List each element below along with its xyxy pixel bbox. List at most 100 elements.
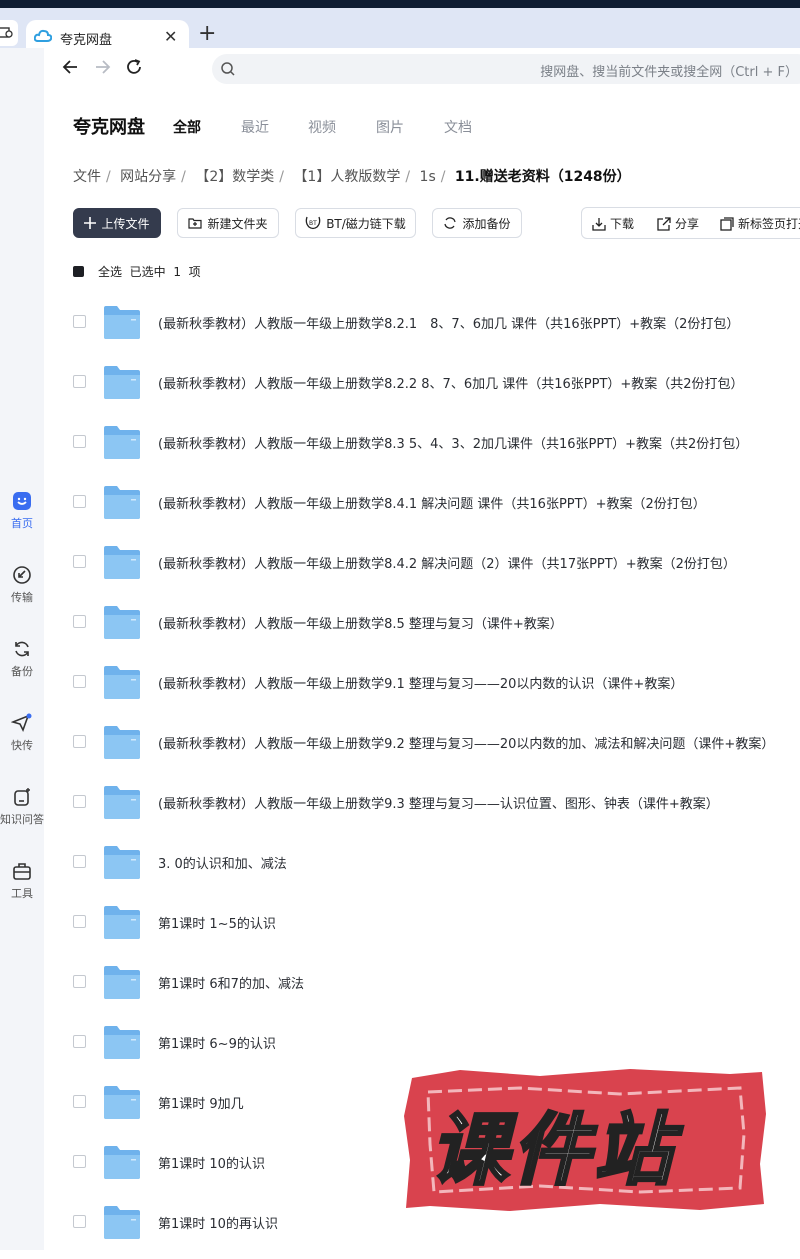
file-row[interactable]: (最新秋季教材）人教版一年级上册数学9.3 整理与复习——认识位置、图形、钟表（…: [0, 779, 800, 839]
search-input[interactable]: 搜网盘、搜当前文件夹或搜全网（Ctrl + F）: [212, 54, 800, 84]
file-name[interactable]: 第1课时 10的再认识: [158, 1213, 278, 1232]
row-checkbox[interactable]: [73, 975, 86, 988]
file-name[interactable]: 第1课时 10的认识: [158, 1153, 265, 1172]
search-icon: [220, 61, 236, 81]
row-checkbox[interactable]: [73, 1215, 86, 1228]
new-tab-button[interactable]: +: [198, 22, 216, 46]
file-name[interactable]: (最新秋季教材）人教版一年级上册数学9.3 整理与复习——认识位置、图形、钟表（…: [158, 793, 719, 812]
file-row[interactable]: (最新秋季教材）人教版一年级上册数学8.4.2 解决问题（2）课件（共17张PP…: [0, 539, 800, 599]
row-checkbox[interactable]: [73, 735, 86, 748]
breadcrumb-item[interactable]: 文件: [73, 169, 101, 185]
breadcrumb: 文件 / 网站分享 / 【2】数学类 / 【1】人教版数学/ 1s/ 11.赠送老资料…: [73, 169, 631, 185]
open-new-tab-button[interactable]: 新标签页打开: [720, 215, 800, 232]
file-name[interactable]: 第1课时 6~9的认识: [158, 1033, 276, 1052]
file-name[interactable]: (最新秋季教材）人教版一年级上册数学8.4.1 解决问题 课件（共16张PPT）…: [158, 493, 706, 512]
select-all-checkbox[interactable]: [73, 266, 84, 277]
watermark-stamp: 课件站: [400, 1064, 770, 1214]
folder-icon: [103, 304, 141, 344]
file-name[interactable]: 第1课时 9加几: [158, 1093, 244, 1112]
download-button[interactable]: 下载: [592, 215, 634, 232]
row-checkbox[interactable]: [73, 675, 86, 688]
file-name[interactable]: (最新秋季教材）人教版一年级上册数学9.1 整理与复习——20以内数的认识（课件…: [158, 673, 683, 692]
row-checkbox[interactable]: [73, 315, 86, 328]
file-name[interactable]: (最新秋季教材）人教版一年级上册数学8.2.1 8、7、6加几 课件（共16张P…: [158, 313, 739, 332]
tab-close-icon[interactable]: ✕: [164, 27, 177, 47]
back-arrow-icon[interactable]: [62, 58, 80, 80]
new-folder-label: 新建文件夹: [207, 216, 268, 231]
selected-count: 1: [173, 265, 181, 279]
tab-title: 夸克网盘: [60, 33, 113, 48]
row-checkbox[interactable]: [73, 495, 86, 508]
browser-nav-bar: 搜网盘、搜当前文件夹或搜全网（Ctrl + F）: [0, 48, 800, 92]
row-checkbox[interactable]: [73, 375, 86, 388]
folder-icon: [103, 964, 141, 1004]
reload-icon[interactable]: [125, 58, 143, 80]
selected-prefix: 已选中: [129, 265, 166, 279]
breadcrumb-item[interactable]: 【1】人教版数学: [293, 169, 400, 185]
tab-all[interactable]: 全部: [173, 117, 201, 137]
bt-download-button[interactable]: BT BT/磁力链下载: [295, 208, 416, 238]
file-row[interactable]: (最新秋季教材）人教版一年级上册数学9.2 整理与复习——20以内数的加、减法和…: [0, 719, 800, 779]
browser-tab-bar: 夸克网盘 ✕ +: [0, 8, 800, 56]
watermark-text: 课件站: [428, 1105, 677, 1198]
upload-label: 上传文件: [101, 216, 150, 231]
file-row[interactable]: (最新秋季教材）人教版一年级上册数学8.2.1 8、7、6加几 课件（共16张P…: [0, 299, 800, 359]
file-row[interactable]: (最新秋季教材）人教版一年级上册数学8.5 整理与复习（课件+教案）: [0, 599, 800, 659]
row-checkbox[interactable]: [73, 435, 86, 448]
row-checkbox[interactable]: [73, 795, 86, 808]
row-checkbox[interactable]: [73, 1035, 86, 1048]
forward-arrow-icon[interactable]: [93, 58, 111, 80]
window-top-strip: [0, 0, 800, 8]
row-checkbox[interactable]: [73, 855, 86, 868]
share-button[interactable]: 分享: [657, 215, 699, 232]
row-checkbox[interactable]: [73, 615, 86, 628]
file-name[interactable]: 第1课时 6和7的加、减法: [158, 973, 304, 992]
share-icon: [657, 216, 671, 231]
folder-icon: [103, 364, 141, 404]
file-name[interactable]: (最新秋季教材）人教版一年级上册数学8.4.2 解决问题（2）课件（共17张PP…: [158, 553, 736, 572]
file-name[interactable]: 第1课时 1~5的认识: [158, 913, 276, 932]
tab-video[interactable]: 视频: [308, 117, 336, 137]
file-name[interactable]: 3. 0的认识和加、减法: [158, 853, 287, 872]
folder-icon: [103, 604, 141, 644]
download-icon: [592, 217, 606, 231]
file-name[interactable]: (最新秋季教材）人教版一年级上册数学8.2.2 8、7、6加几 课件（共16张P…: [158, 373, 744, 392]
backup-sync-icon: [444, 217, 457, 229]
file-row[interactable]: 第1课时 6和7的加、减法: [0, 959, 800, 1019]
folder-icon: [103, 784, 141, 824]
breadcrumb-item[interactable]: 网站分享: [120, 169, 176, 185]
file-row[interactable]: 3. 0的认识和加、减法: [0, 839, 800, 899]
new-folder-button[interactable]: 新建文件夹: [177, 208, 279, 238]
add-backup-button[interactable]: 添加备份: [432, 208, 522, 238]
file-row[interactable]: (最新秋季教材）人教版一年级上册数学8.4.1 解决问题 课件（共16张PPT）…: [0, 479, 800, 539]
file-row[interactable]: (最新秋季教材）人教版一年级上册数学8.3 5、4、3、2加几课件（共16张PP…: [0, 419, 800, 479]
tab-documents[interactable]: 文档: [444, 117, 472, 137]
file-name[interactable]: (最新秋季教材）人教版一年级上册数学8.3 5、4、3、2加几课件（共16张PP…: [158, 433, 748, 452]
add-backup-label: 添加备份: [462, 216, 511, 231]
file-row[interactable]: (最新秋季教材）人教版一年级上册数学9.1 整理与复习——20以内数的认识（课件…: [0, 659, 800, 719]
file-row[interactable]: (最新秋季教材）人教版一年级上册数学8.2.2 8、7、6加几 课件（共16张P…: [0, 359, 800, 419]
quark-cloud-logo-icon: [33, 28, 53, 48]
tab-search-icon[interactable]: [0, 20, 18, 46]
folder-icon: [103, 484, 141, 524]
row-checkbox[interactable]: [73, 915, 86, 928]
breadcrumb-item[interactable]: 【2】数学类: [195, 169, 274, 185]
file-name[interactable]: (最新秋季教材）人教版一年级上册数学9.2 整理与复习——20以内数的加、减法和…: [158, 733, 774, 752]
row-checkbox[interactable]: [73, 1095, 86, 1108]
search-placeholder: 搜网盘、搜当前文件夹或搜全网（Ctrl + F）: [540, 65, 798, 80]
row-checkbox[interactable]: [73, 555, 86, 568]
file-row[interactable]: 第1课时 1~5的认识: [0, 899, 800, 959]
open-new-tab-label: 新标签页打开: [738, 217, 800, 231]
new-folder-icon: [188, 218, 203, 229]
folder-icon: [103, 904, 141, 944]
upload-button[interactable]: 上传文件: [73, 208, 161, 238]
select-all-label[interactable]: 全选: [98, 265, 122, 279]
tab-recent[interactable]: 最近: [241, 117, 269, 137]
selection-bar: 全选 已选中 1 项: [73, 263, 201, 280]
selected-unit: 项: [188, 265, 201, 279]
file-name[interactable]: (最新秋季教材）人教版一年级上册数学8.5 整理与复习（课件+教案）: [158, 613, 563, 632]
folder-icon: [103, 664, 141, 704]
row-checkbox[interactable]: [73, 1155, 86, 1168]
breadcrumb-item[interactable]: 1s: [420, 169, 436, 185]
tab-images[interactable]: 图片: [376, 117, 404, 137]
